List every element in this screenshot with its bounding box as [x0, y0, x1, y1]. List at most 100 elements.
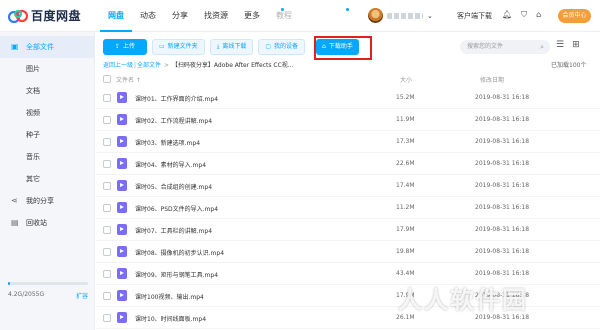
logo[interactable]: 百度网盘	[8, 7, 81, 24]
search-icon[interactable]: ⌕	[540, 40, 544, 54]
bell-icon[interactable]: 🔔︎	[502, 10, 512, 20]
file-name[interactable]: 课时07、工具栏的讲解.mp4	[135, 226, 212, 235]
file-size: 19.8M	[396, 248, 415, 255]
my-devices-button[interactable]: ▢ 我的设备	[258, 39, 306, 55]
header-icons: 🔔︎ ⛉ ⌂	[502, 10, 541, 20]
sidebar-item-my-shares[interactable]: ⋖ 我的分享	[0, 190, 94, 212]
main-nav: 网盘 动态 分享 找资源 更多 教程	[100, 0, 300, 32]
table-row[interactable]: 课时03、新建选项.mp4 17.3M 2019-08-31 16:18	[96, 131, 600, 153]
quota-text: 4.2G/2055G	[8, 291, 45, 298]
column-header-size[interactable]: 大小	[400, 75, 412, 84]
row-checkbox[interactable]	[103, 94, 111, 102]
nav-item-tutorial[interactable]: 教程	[268, 0, 300, 32]
sidebar-item-music[interactable]: 音乐	[0, 146, 94, 168]
file-size: 11.9M	[396, 116, 415, 123]
sidebar-item-torrents[interactable]: 种子	[0, 124, 94, 146]
sidebar-item-label: 音乐	[26, 153, 40, 161]
storage-quota: 4.2G/2055G 扩容	[8, 282, 88, 300]
row-checkbox[interactable]	[103, 270, 111, 278]
nav-item-more[interactable]: 更多	[236, 0, 268, 32]
member-center-button[interactable]: 会员中心	[558, 9, 591, 23]
table-row[interactable]: 课时07、工具栏的讲解.mp4 17.9M 2019-08-31 16:18	[96, 219, 600, 241]
nav-item-activity[interactable]: 动态	[132, 0, 164, 32]
loaded-count: 已加载100个	[551, 62, 587, 69]
file-date: 2019-08-31 16:18	[475, 160, 530, 167]
file-size: 43.4M	[396, 270, 415, 277]
nav-item-share[interactable]: 分享	[164, 0, 196, 32]
row-checkbox[interactable]	[103, 226, 111, 234]
file-size: 17.4M	[396, 182, 415, 189]
column-header-date[interactable]: 修改日期	[480, 75, 504, 84]
file-name[interactable]: 课时06、PSD文件的导入.mp4	[135, 204, 218, 213]
sidebar-item-label: 回收站	[26, 219, 47, 227]
sidebar-item-recycle-bin[interactable]: ▤ 回收站	[0, 212, 94, 234]
row-checkbox[interactable]	[103, 248, 111, 256]
sidebar-item-images[interactable]: 图片	[0, 58, 94, 80]
table-row[interactable]: 课时01、工作界面的介绍.mp4 15.2M 2019-08-31 16:18	[96, 87, 600, 109]
file-name[interactable]: 课时01、工作界面的介绍.mp4	[135, 94, 218, 103]
file-name[interactable]: 课时09、矩形与钢笔工具.mp4	[135, 270, 218, 279]
offline-download-button[interactable]: ⤓ 离线下载	[209, 39, 254, 55]
sidebar-item-documents[interactable]: 文档	[0, 80, 94, 102]
gift-icon[interactable]: ⌂	[536, 10, 541, 20]
sidebar-item-other[interactable]: 其它	[0, 168, 94, 190]
breadcrumb-all-files[interactable]: 全部文件	[137, 62, 161, 69]
file-name[interactable]: 课时04、素材的导入.mp4	[135, 160, 206, 169]
file-size: 11.2M	[396, 204, 415, 211]
row-checkbox[interactable]	[103, 314, 111, 322]
row-checkbox[interactable]	[103, 160, 111, 168]
column-header-name[interactable]: 文件名 ↑	[116, 75, 141, 84]
row-checkbox[interactable]	[103, 116, 111, 124]
row-checkbox[interactable]	[103, 292, 111, 300]
nav-item-netdisk[interactable]: 网盘	[100, 0, 132, 32]
file-name[interactable]: 课时05、合成组的创建.mp4	[135, 182, 212, 191]
file-date: 2019-08-31 16:18	[475, 182, 530, 189]
table-row[interactable]: 课时04、素材的导入.mp4 22.6M 2019-08-31 16:18	[96, 153, 600, 175]
client-download-link[interactable]: 客户端下载	[457, 11, 492, 21]
folder-icon: ▣	[11, 42, 19, 51]
table-row[interactable]: 课时02、工作流程讲解.mp4 11.9M 2019-08-31 16:18	[96, 109, 600, 131]
quota-fill	[8, 282, 11, 285]
username-blurred	[387, 12, 423, 19]
grid-view-icon[interactable]: ⊞	[572, 40, 580, 50]
sidebar-item-label: 种子	[26, 131, 40, 139]
file-date: 2019-08-31 16:18	[475, 138, 530, 145]
video-file-icon	[117, 136, 127, 147]
table-row[interactable]: 课时08、摄像机的初步认识.mp4 19.8M 2019-08-31 16:18	[96, 241, 600, 263]
video-file-icon	[117, 224, 127, 235]
sidebar-item-videos[interactable]: 视频	[0, 102, 94, 124]
sidebar: ▣ 全部文件 图片 文档 视频 种子 音乐 其它 ⋖ 我的分享 ▤ 回收站 4.…	[0, 32, 95, 330]
file-name[interactable]: 课时100视频、输出.mp4	[135, 292, 204, 301]
file-name[interactable]: 课时02、工作流程讲解.mp4	[135, 116, 212, 125]
quota-bar	[8, 282, 88, 285]
video-file-icon	[117, 158, 127, 169]
view-controls: ☰ ⊞	[556, 40, 580, 50]
file-name[interactable]: 课时03、新建选项.mp4	[135, 138, 200, 147]
select-all-checkbox[interactable]	[103, 75, 111, 83]
row-checkbox[interactable]	[103, 182, 111, 190]
video-file-icon	[117, 246, 127, 257]
upload-button[interactable]: ⇪ 上传	[103, 39, 147, 55]
shirt-icon[interactable]: ⛉	[521, 10, 527, 20]
new-folder-button[interactable]: ▭ 新建文件夹	[152, 39, 205, 55]
row-checkbox[interactable]	[103, 204, 111, 212]
file-name[interactable]: 课时10、时间线面板.mp4	[135, 314, 206, 323]
search-input[interactable]: 搜索您的文件 ⌕	[460, 40, 550, 54]
sidebar-item-label: 我的分享	[26, 197, 54, 205]
upload-label: 上传	[123, 43, 136, 50]
expand-storage-link[interactable]: 扩容	[76, 291, 88, 300]
breadcrumb-back[interactable]: 返回上一级	[103, 62, 133, 69]
device-icon: ▢	[265, 43, 272, 50]
table-row[interactable]: 课时06、PSD文件的导入.mp4 11.2M 2019-08-31 16:18	[96, 197, 600, 219]
table-row[interactable]: 课时05、合成组的创建.mp4 17.4M 2019-08-31 16:18	[96, 175, 600, 197]
file-date: 2019-08-31 16:18	[475, 314, 530, 321]
sort-icon[interactable]: ☰	[556, 40, 564, 50]
file-name[interactable]: 课时08、摄像机的初步认识.mp4	[135, 248, 224, 257]
row-checkbox[interactable]	[103, 138, 111, 146]
nav-item-find-resources[interactable]: 找资源	[196, 0, 236, 32]
user-menu[interactable]: ⌄	[368, 8, 433, 23]
sidebar-item-all-files[interactable]: ▣ 全部文件	[0, 36, 94, 58]
my-devices-label: 我的设备	[274, 43, 299, 50]
breadcrumb: 返回上一级|全部文件 > 【扫码夜分享】Adobe After Effects …	[103, 62, 294, 69]
video-file-icon	[117, 290, 127, 301]
